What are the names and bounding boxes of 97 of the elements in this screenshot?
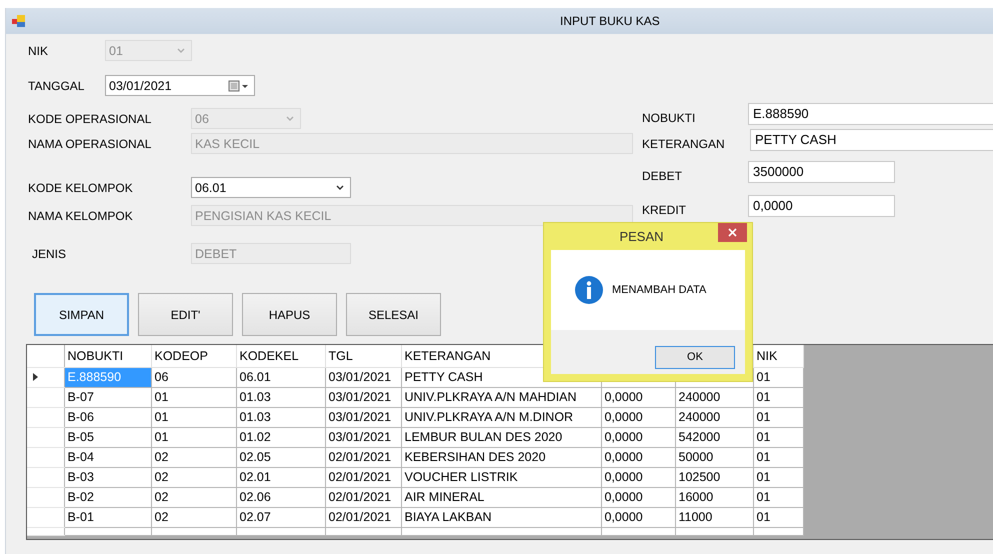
table-cell: 01.03 bbox=[236, 387, 325, 407]
column-header[interactable]: KODEOP bbox=[151, 345, 236, 367]
field-label: KODE OPERASIONAL bbox=[28, 111, 152, 126]
table-cell: 06.01 bbox=[236, 367, 325, 387]
column-header[interactable]: NOBUKTI bbox=[64, 345, 151, 367]
table-cell: 02/01/2021 bbox=[325, 507, 401, 527]
table-cell: 01 bbox=[151, 427, 236, 447]
field-label: KETERANGAN bbox=[642, 136, 726, 151]
table-cell: 240000 bbox=[675, 407, 753, 427]
table-cell: 0,0000 bbox=[601, 487, 675, 507]
dialog-title: PESAN bbox=[618, 229, 665, 244]
field-label: NIK bbox=[28, 43, 50, 58]
field-label: JENIS bbox=[31, 246, 68, 261]
field-label: DEBET bbox=[642, 168, 684, 183]
field-label: NAMA OPERASIONAL bbox=[28, 136, 152, 151]
table-cell: 0,0000 bbox=[601, 427, 675, 447]
action-button[interactable]: SIMPAN bbox=[34, 293, 129, 336]
column-header[interactable]: KODEKEL bbox=[236, 345, 325, 367]
table-cell: 03/01/2021 bbox=[325, 407, 401, 427]
table-cell: KEBERSIHAN DES 2020 bbox=[401, 447, 601, 467]
table-cell: 0,0000 bbox=[601, 467, 675, 487]
table-cell: UNIV.PLKRAYA A/N MAHDIAN bbox=[401, 387, 601, 407]
table-cell: B-02 bbox=[64, 487, 151, 507]
current-row-icon bbox=[33, 373, 39, 381]
field-label: NAMA KELOMPOK bbox=[28, 208, 134, 223]
table-cell: LEMBUR BULAN DES 2020 bbox=[401, 427, 601, 447]
app-icon bbox=[12, 14, 26, 28]
table-cell: E.888590 bbox=[64, 367, 151, 387]
calendar-dropdown-icon[interactable] bbox=[228, 78, 250, 92]
field-label: KREDIT bbox=[642, 202, 688, 217]
table-cell: B-01 bbox=[64, 507, 151, 527]
table-cell: 02 bbox=[151, 507, 236, 527]
dialog-message: MENAMBAH DATA bbox=[612, 284, 706, 296]
table-cell: 03/01/2021 bbox=[325, 387, 401, 407]
table-cell: 02/01/2021 bbox=[325, 467, 401, 487]
table-cell: B-07 bbox=[64, 387, 151, 407]
table-cell: 02 bbox=[151, 467, 236, 487]
table-cell: 0,0000 bbox=[601, 387, 675, 407]
table-cell: 01 bbox=[753, 427, 803, 447]
table-cell: VOUCHER LISTRIK bbox=[401, 467, 601, 487]
table-cell: B-03 bbox=[64, 467, 151, 487]
text-field[interactable]: E.888590 bbox=[748, 103, 993, 125]
table-cell: B-04 bbox=[64, 447, 151, 467]
table-cell: 02 bbox=[151, 447, 236, 467]
info-icon bbox=[575, 276, 603, 304]
table-cell: 03/01/2021 bbox=[325, 367, 401, 387]
table-cell: 02 bbox=[151, 487, 236, 507]
table-cell: 01 bbox=[151, 407, 236, 427]
row-header[interactable] bbox=[27, 367, 64, 387]
table-cell: 01 bbox=[753, 507, 803, 527]
close-icon bbox=[728, 228, 737, 237]
table-cell: 0,0000 bbox=[601, 447, 675, 467]
table-cell: 102500 bbox=[675, 467, 753, 487]
table-cell: 240000 bbox=[675, 387, 753, 407]
table-cell: 01 bbox=[753, 447, 803, 467]
field-label: TANGGAL bbox=[28, 78, 86, 93]
date-picker[interactable]: 03/01/2021 bbox=[105, 75, 255, 96]
table-cell: 01.02 bbox=[236, 427, 325, 447]
table-cell: 03/01/2021 bbox=[325, 427, 401, 447]
table-cell: 02.06 bbox=[236, 487, 325, 507]
table-cell: 01 bbox=[151, 387, 236, 407]
table-cell: 542000 bbox=[675, 427, 753, 447]
table-cell: BIAYA LAKBAN bbox=[401, 507, 601, 527]
ok-button[interactable]: OK bbox=[655, 346, 735, 368]
action-button[interactable]: HAPUS bbox=[242, 293, 337, 336]
table-cell: 01 bbox=[753, 487, 803, 507]
table-cell: 01.03 bbox=[236, 407, 325, 427]
action-button[interactable]: EDIT' bbox=[138, 293, 233, 336]
table-cell: 02.01 bbox=[236, 467, 325, 487]
table-cell: AIR MINERAL bbox=[401, 487, 601, 507]
table-cell: 16000 bbox=[675, 487, 753, 507]
table-cell: 02/01/2021 bbox=[325, 487, 401, 507]
text-field[interactable]: 0,0000 bbox=[748, 195, 895, 217]
field-label: KODE KELOMPOK bbox=[28, 180, 134, 195]
table-cell: 01 bbox=[753, 407, 803, 427]
table-cell: 06 bbox=[151, 367, 236, 387]
combo-box[interactable]: 06.01 bbox=[191, 177, 351, 198]
table-cell: 0,0000 bbox=[601, 407, 675, 427]
table-cell: 02.05 bbox=[236, 447, 325, 467]
table-cell: 01 bbox=[753, 387, 803, 407]
text-field[interactable]: PETTY CASH bbox=[750, 129, 993, 151]
table-cell: 02.07 bbox=[236, 507, 325, 527]
table-cell: 01 bbox=[753, 467, 803, 487]
table-cell: 11000 bbox=[675, 507, 753, 527]
window-title: INPUT BUKU KAS bbox=[560, 14, 660, 28]
table-cell: 0,0000 bbox=[601, 507, 675, 527]
column-header[interactable]: NIK bbox=[753, 345, 803, 367]
table-cell: B-05 bbox=[64, 427, 151, 447]
action-button[interactable]: SELESAI bbox=[346, 293, 441, 336]
table-cell: B-06 bbox=[64, 407, 151, 427]
table-cell: UNIV.PLKRAYA A/N M.DINOR bbox=[401, 407, 601, 427]
table-cell: 50000 bbox=[675, 447, 753, 467]
column-header[interactable]: TGL bbox=[325, 345, 401, 367]
close-button[interactable] bbox=[718, 223, 747, 242]
table-cell: 02/01/2021 bbox=[325, 447, 401, 467]
text-field[interactable]: 3500000 bbox=[748, 161, 895, 183]
field-label: NOBUKTI bbox=[642, 110, 696, 125]
